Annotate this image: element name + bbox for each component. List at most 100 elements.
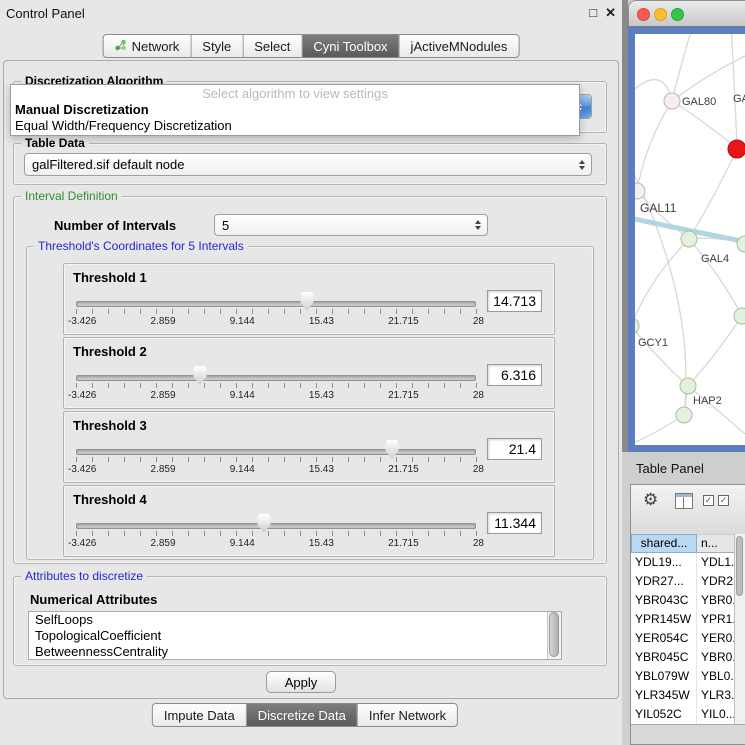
tick-label: 21.715 xyxy=(388,464,419,475)
table-row[interactable]: YPR145W YPR1... xyxy=(631,610,745,629)
tab-label: Select xyxy=(254,39,290,54)
select-all-checkbox-icon[interactable]: ✓ xyxy=(703,495,714,506)
columns-icon[interactable] xyxy=(675,493,693,509)
table-header: shared... n... xyxy=(631,534,745,553)
network-canvas[interactable]: GAL80 GA GAL11 GAL4 GCY1 HAP2 xyxy=(635,34,745,445)
cell: YDR27... xyxy=(631,572,697,591)
network-window-titlebar[interactable] xyxy=(628,0,745,27)
network-node[interactable] xyxy=(635,318,639,334)
minimize-traffic-light[interactable] xyxy=(654,8,667,21)
slider-track xyxy=(76,301,476,307)
threshold-slider[interactable] xyxy=(76,292,476,318)
apply-button[interactable]: Apply xyxy=(266,671,336,693)
network-node[interactable] xyxy=(680,378,696,394)
tab-select[interactable]: Select xyxy=(243,35,302,57)
dropdown-option-equal-width[interactable]: Equal Width/Frequency Discretization xyxy=(11,118,579,134)
table-panel: ⚙ ✓ ✓ shared... n... YDL19... YDL1... YD… xyxy=(630,484,745,745)
list-item[interactable]: TopologicalCoefficient xyxy=(29,628,561,644)
tick-label: 28 xyxy=(473,390,484,401)
threshold-value-field[interactable]: 21.4 xyxy=(487,438,542,460)
tab-label: jActiveMNodules xyxy=(411,39,508,54)
tick-labels: -3.426 2.859 9.144 15.43 21.715 28 xyxy=(68,390,484,401)
top-tab-bar: Network Style Select Cyni Toolbox jActiv… xyxy=(103,34,520,58)
control-panel-window: Control Panel □ ✕ Network Style xyxy=(0,0,623,745)
table-scrollbar[interactable] xyxy=(734,534,745,724)
scrollbar-thumb[interactable] xyxy=(736,536,743,596)
table-row[interactable]: YIL052C YIL0... xyxy=(631,705,745,724)
scrollbar-thumb[interactable] xyxy=(549,612,559,657)
algorithm-dropdown-popup: Select algorithm to view settings Manual… xyxy=(10,84,580,136)
arrow-up-icon xyxy=(579,160,585,164)
slider-track xyxy=(76,449,476,455)
threshold-panel: Threshold 3 -3.426 2.859 9.144 15.43 21.… xyxy=(63,411,555,483)
arrow-up-icon xyxy=(475,220,481,224)
tick-label: 9.144 xyxy=(230,464,255,475)
close-traffic-light[interactable] xyxy=(637,8,650,21)
gear-icon[interactable]: ⚙ xyxy=(643,490,658,510)
number-of-intervals-combo[interactable]: 5 xyxy=(214,214,488,236)
tab-label: Impute Data xyxy=(164,708,235,723)
threshold-slider[interactable] xyxy=(76,366,476,392)
threshold-slider[interactable] xyxy=(76,514,476,540)
table-row[interactable]: YLR345W YLR3... xyxy=(631,686,745,705)
table-panel-title: Table Panel xyxy=(636,461,704,476)
tab-cyni-toolbox[interactable]: Cyni Toolbox xyxy=(302,35,399,57)
tab-impute-data[interactable]: Impute Data xyxy=(153,704,247,726)
network-view-window: GAL80 GA GAL11 GAL4 GCY1 HAP2 xyxy=(628,0,745,452)
list-scrollbar[interactable] xyxy=(547,612,561,659)
network-node[interactable] xyxy=(676,407,692,423)
group-title: Table Data xyxy=(21,136,89,150)
table-row[interactable]: YER054C YER0... xyxy=(631,629,745,648)
table-footer xyxy=(631,724,745,744)
node-label: HAP2 xyxy=(693,395,722,407)
threshold-value-field[interactable]: 6.316 xyxy=(487,364,542,386)
slider-ticks xyxy=(76,383,477,388)
tick-label: 15.43 xyxy=(309,390,334,401)
column-header-shared-name[interactable]: shared... xyxy=(631,534,697,553)
tab-label: Discretize Data xyxy=(258,708,346,723)
cell: YER054C xyxy=(631,629,697,648)
close-icon[interactable]: ✕ xyxy=(605,5,616,21)
tab-label: Network xyxy=(132,39,180,54)
group-title: Interval Definition xyxy=(21,189,122,203)
list-item[interactable]: BetweennessCentrality xyxy=(29,644,561,660)
arrow-down-icon xyxy=(579,166,585,170)
deselect-all-checkbox-icon[interactable]: ✓ xyxy=(718,495,729,506)
table-row[interactable]: YDL19... YDL1... xyxy=(631,553,745,572)
right-area: GAL80 GA GAL11 GAL4 GCY1 HAP2 Table Pane… xyxy=(622,0,745,745)
table-row[interactable]: YBR043C YBR0... xyxy=(631,591,745,610)
slider-ticks xyxy=(76,457,477,462)
tick-label: 28 xyxy=(473,538,484,549)
tick-label: 9.144 xyxy=(230,538,255,549)
threshold-coordinates-group: Threshold's Coordinates for 5 Intervals … xyxy=(26,246,594,560)
dropdown-option-manual-discretization[interactable]: Manual Discretization xyxy=(11,102,579,118)
table-row[interactable]: YBR045C YBR0... xyxy=(631,648,745,667)
cell: YBL079W xyxy=(631,667,697,686)
node-label: GAL11 xyxy=(640,201,677,215)
zoom-traffic-light[interactable] xyxy=(671,8,684,21)
slider-ticks xyxy=(76,531,477,536)
network-node[interactable] xyxy=(664,93,680,109)
numerical-attributes-list[interactable]: SelfLoops TopologicalCoefficient Between… xyxy=(28,611,562,660)
tab-discretize-data[interactable]: Discretize Data xyxy=(247,704,358,726)
threshold-value-field[interactable]: 14.713 xyxy=(487,290,542,312)
tab-network[interactable]: Network xyxy=(104,35,192,57)
network-node[interactable] xyxy=(734,308,745,324)
tick-label: -3.426 xyxy=(68,316,96,327)
network-node[interactable] xyxy=(681,231,697,247)
threshold-panel: Threshold 2 -3.426 2.859 9.144 15.43 21.… xyxy=(63,337,555,409)
network-node[interactable] xyxy=(635,183,645,199)
table-row[interactable]: YBL079W YBL0... xyxy=(631,667,745,686)
tab-jactivemnodules[interactable]: jActiveMNodules xyxy=(400,35,519,57)
threshold-panel: Threshold 1 -3.426 2.859 9.144 15.43 21.… xyxy=(63,263,555,335)
threshold-slider[interactable] xyxy=(76,440,476,466)
network-node-selected[interactable] xyxy=(728,140,745,158)
cell: YBR043C xyxy=(631,591,697,610)
tab-style[interactable]: Style xyxy=(191,35,243,57)
table-data-combo[interactable]: galFiltered.sif default node xyxy=(24,153,592,176)
threshold-value-field[interactable]: 11.344 xyxy=(487,512,542,534)
table-row[interactable]: YDR27... YDR2... xyxy=(631,572,745,591)
float-window-icon[interactable]: □ xyxy=(589,5,597,21)
tab-infer-network[interactable]: Infer Network xyxy=(358,704,457,726)
list-item[interactable]: SelfLoops xyxy=(29,612,561,628)
